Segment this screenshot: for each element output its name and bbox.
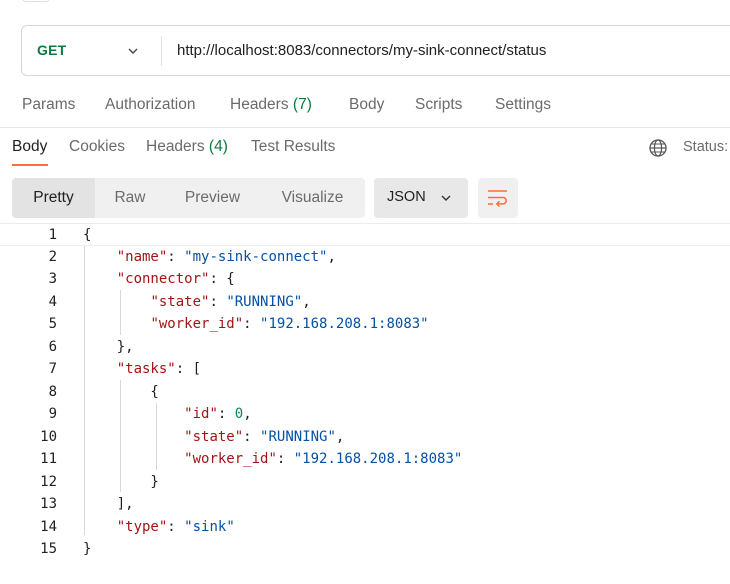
format-select-value: JSON: [387, 189, 426, 205]
format-select[interactable]: JSON: [374, 178, 468, 218]
code-text: "state": "RUNNING",: [150, 293, 311, 310]
wrap-lines-icon: [488, 190, 507, 208]
code-line: 12 }: [0, 471, 730, 494]
tab-response-headers-label: Headers: [146, 138, 205, 155]
code-text: "name": "my-sink-connect",: [116, 248, 336, 265]
code-line: 13 ],: [0, 493, 730, 516]
code-line: 4 "state": "RUNNING",: [0, 291, 730, 314]
section-divider: [0, 127, 730, 128]
code-text: "worker_id": "192.168.208.1:8083": [184, 451, 463, 467]
tab-response-headers-count: (4): [208, 138, 228, 155]
line-number: 9: [48, 406, 57, 422]
line-number: 3: [48, 271, 57, 287]
tab-response-body[interactable]: Body: [12, 138, 47, 156]
view-visualize[interactable]: Visualize: [260, 178, 365, 218]
code-text: {: [83, 383, 159, 400]
line-number: 15: [40, 541, 57, 557]
request-url-bar: GET http://localhost:8083/connectors/my-…: [21, 25, 730, 76]
response-body-editor[interactable]: 1{2 "name": "my-sink-connect", 3 "connect…: [0, 223, 730, 563]
tab-headers-count: (7): [292, 96, 312, 113]
line-number: 13: [40, 496, 57, 512]
top-panel-edge: [22, 0, 50, 2]
code-text: "worker_id": "192.168.208.1:8083": [150, 316, 429, 332]
url-divider: [161, 36, 162, 66]
view-mode-switcher: Pretty Raw Preview Visualize: [12, 178, 365, 218]
code-text: "type": "sink": [116, 518, 235, 535]
line-number: 11: [40, 451, 57, 467]
tab-params[interactable]: Params: [22, 96, 75, 114]
line-number: 10: [40, 428, 57, 445]
tab-headers[interactable]: Headers (7): [230, 96, 312, 114]
code-line: 7 "tasks": [: [0, 358, 730, 381]
code-line: 8 {: [0, 381, 730, 404]
chevron-down-icon: [441, 195, 451, 201]
tab-headers-label: Headers: [230, 96, 289, 113]
tab-response-headers[interactable]: Headers (4): [146, 138, 228, 156]
tab-test-results[interactable]: Test Results: [251, 138, 335, 156]
tab-authorization[interactable]: Authorization: [105, 96, 195, 114]
wrap-lines-button[interactable]: [478, 178, 518, 218]
view-preview[interactable]: Preview: [165, 178, 260, 218]
code-text: "id": 0,: [184, 406, 252, 422]
code-line: 10 "state": "RUNNING",: [0, 426, 730, 449]
active-tab-indicator: [12, 164, 48, 166]
code-text: "tasks": [: [116, 361, 202, 377]
code-line: 11 "worker_id": "192.168.208.1:8083": [0, 448, 730, 471]
line-number: 4: [48, 293, 57, 310]
code-line: 15}: [0, 538, 730, 561]
view-raw[interactable]: Raw: [95, 178, 165, 218]
line-number: 2: [48, 248, 57, 265]
code-text: }: [83, 473, 159, 490]
code-line: 5 "worker_id": "192.168.208.1:8083": [0, 313, 730, 336]
line-number: 8: [48, 383, 57, 400]
code-text: "state": "RUNNING",: [184, 428, 345, 445]
line-number: 6: [48, 338, 57, 355]
tab-scripts[interactable]: Scripts: [415, 96, 462, 114]
line-number: 7: [48, 361, 57, 377]
code-text: {: [83, 227, 92, 243]
code-text: }: [83, 541, 92, 557]
line-number: 12: [40, 473, 57, 490]
chevron-down-icon[interactable]: [126, 44, 140, 58]
tab-settings[interactable]: Settings: [495, 96, 551, 114]
line-number: 1: [48, 227, 57, 243]
line-number: 14: [40, 518, 57, 535]
code-line: 9 "id": 0,: [0, 403, 730, 426]
code-text: },: [83, 338, 134, 355]
code-line: 6 },: [0, 336, 730, 359]
view-pretty[interactable]: Pretty: [12, 178, 95, 218]
code-text: "connector": {: [116, 271, 235, 287]
method-select[interactable]: GET: [37, 42, 66, 58]
code-line: 14 "type": "sink": [0, 516, 730, 539]
code-line: 1{: [0, 223, 730, 246]
tab-cookies[interactable]: Cookies: [69, 138, 125, 156]
globe-icon[interactable]: [648, 138, 668, 158]
url-input[interactable]: http://localhost:8083/connectors/my-sink…: [177, 42, 546, 59]
code-line: 3 "connector": {: [0, 268, 730, 291]
code-line: 2 "name": "my-sink-connect",: [0, 246, 730, 269]
code-text: ],: [83, 496, 134, 512]
tab-body[interactable]: Body: [349, 96, 384, 114]
line-number: 5: [48, 316, 57, 332]
response-status-label: Status:: [683, 139, 729, 155]
